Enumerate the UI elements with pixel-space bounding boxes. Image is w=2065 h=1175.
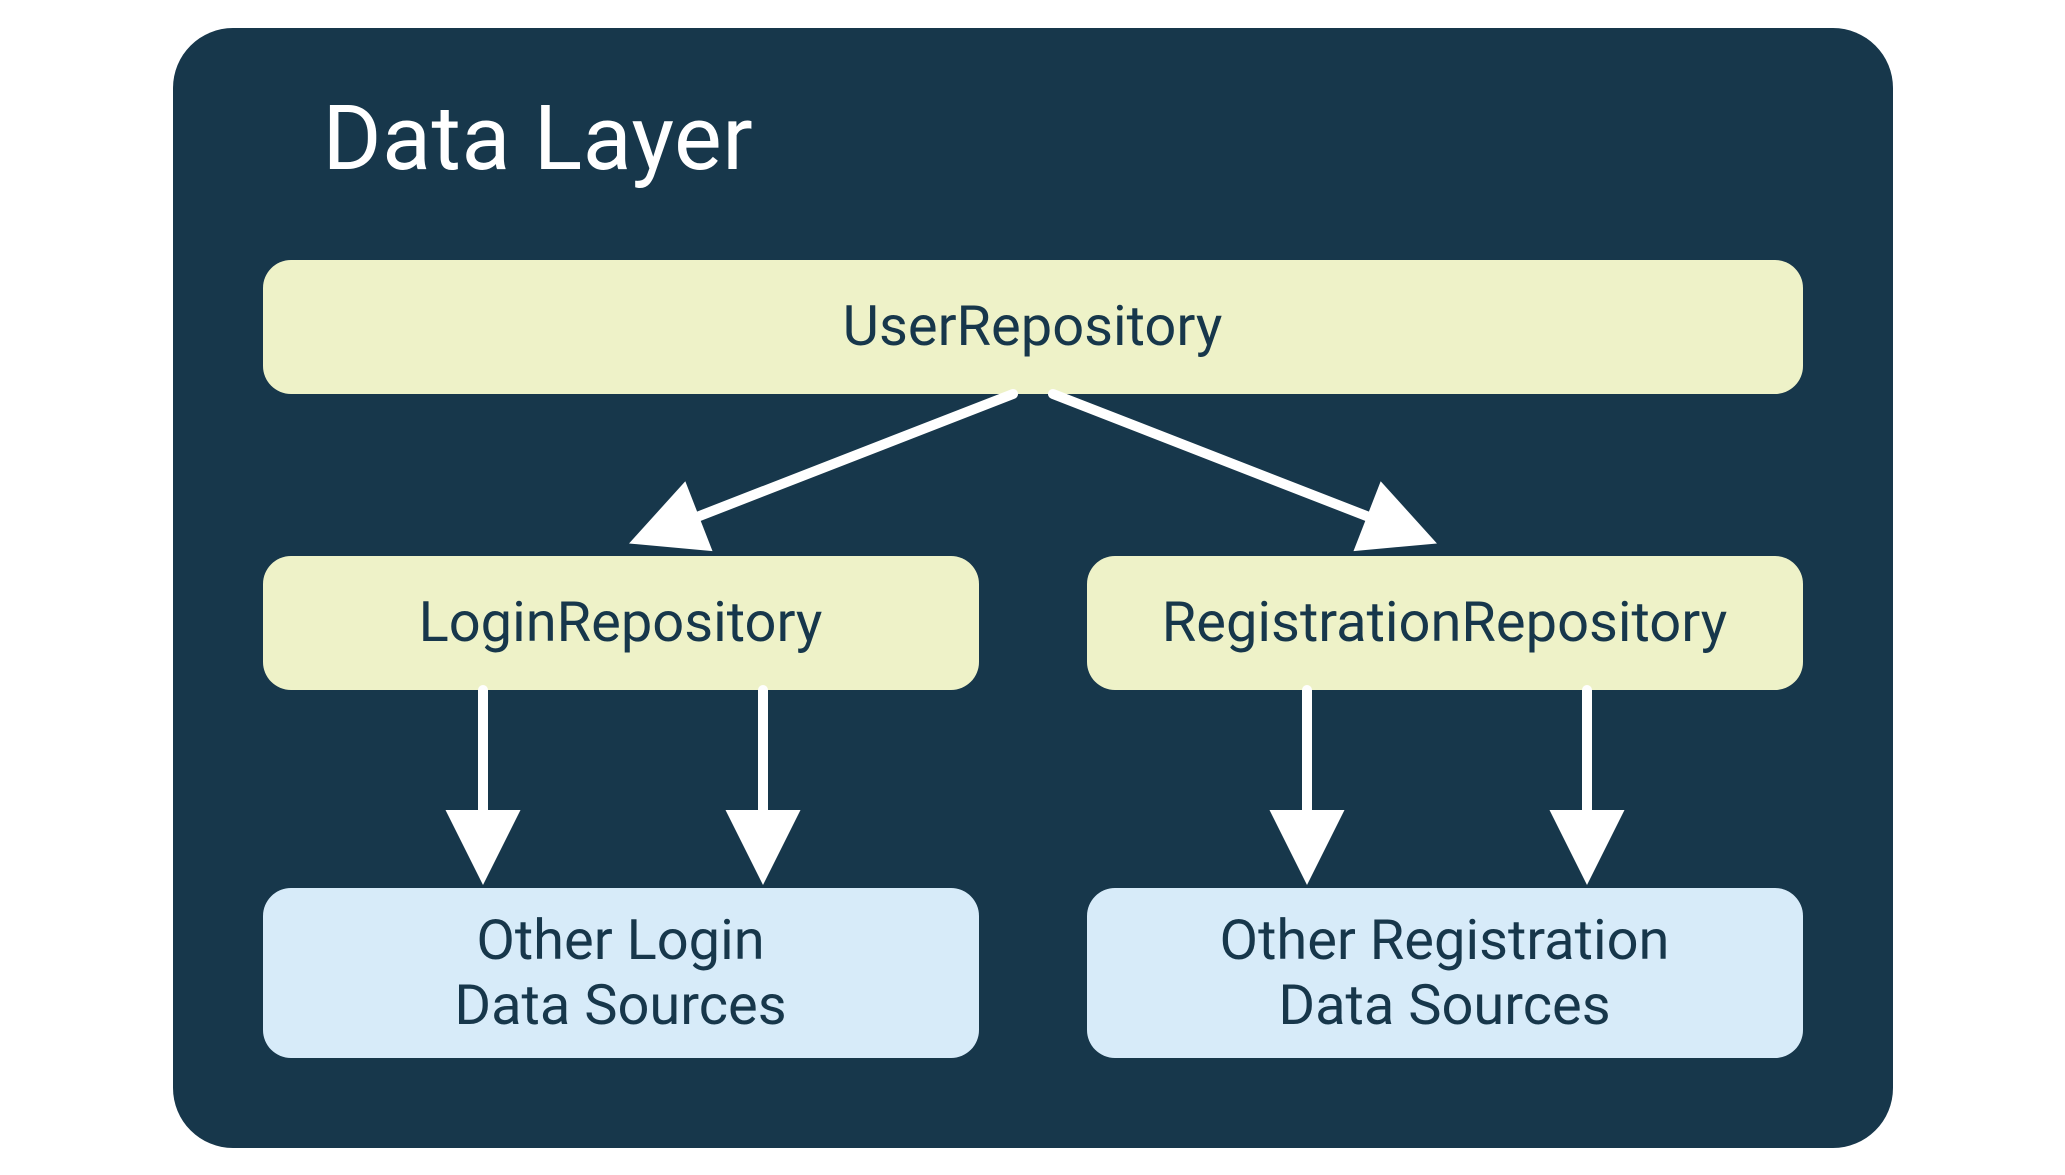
node-login-repository: LoginRepository (263, 556, 979, 690)
edge-user-to-login (643, 394, 1013, 538)
node-registration-repository: RegistrationRepository (1087, 556, 1803, 690)
node-label: Other LoginData Sources (454, 908, 786, 1037)
panel-title: Data Layer (323, 86, 1803, 191)
node-login-data-sources: Other LoginData Sources (263, 888, 979, 1058)
node-registration-data-sources: Other RegistrationData Sources (1087, 888, 1803, 1058)
node-label: UserRepository (843, 294, 1223, 358)
node-label: RegistrationRepository (1162, 590, 1727, 654)
edge-user-to-registration (1053, 394, 1423, 538)
data-layer-panel: Data Layer UserRepository LoginRepositor… (173, 28, 1893, 1148)
node-user-repository: UserRepository (263, 260, 1803, 394)
node-label: LoginRepository (419, 590, 823, 654)
node-label: Other RegistrationData Sources (1220, 908, 1670, 1037)
